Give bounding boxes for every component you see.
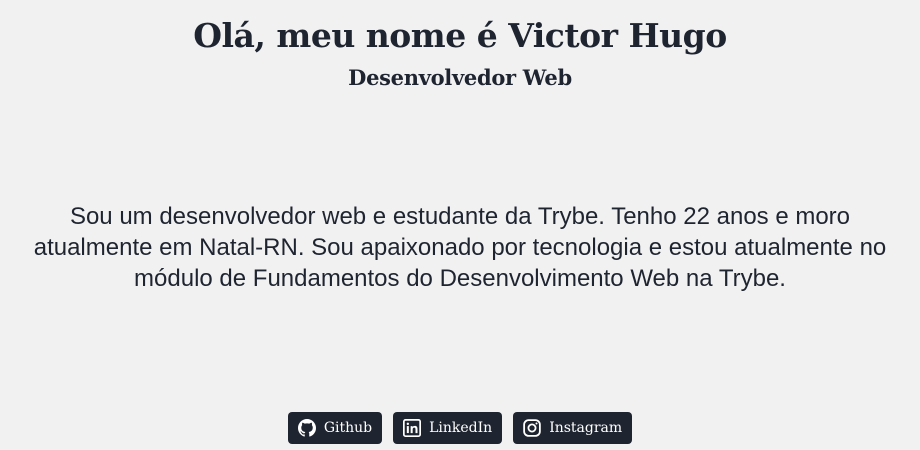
- github-label: Github: [323, 420, 373, 436]
- instagram-icon: [523, 419, 541, 437]
- page-title: Olá, meu nome é Victor Hugo: [193, 16, 727, 55]
- linkedin-icon: [403, 419, 422, 437]
- linkedin-link[interactable]: LinkedIn: [393, 412, 503, 444]
- social-links: Github LinkedIn Instagram: [0, 412, 920, 444]
- github-icon: [297, 419, 316, 437]
- page-header: Olá, meu nome é Victor Hugo Desenvolvedo…: [0, 0, 920, 92]
- about-text: Sou um desenvolvedor web e estudante da …: [33, 203, 887, 292]
- instagram-link[interactable]: Instagram: [513, 412, 633, 444]
- page-subtitle: Desenvolvedor Web: [348, 65, 572, 90]
- github-link[interactable]: Github: [287, 412, 383, 444]
- instagram-label: Instagram: [549, 420, 623, 436]
- linkedin-label: LinkedIn: [429, 420, 493, 436]
